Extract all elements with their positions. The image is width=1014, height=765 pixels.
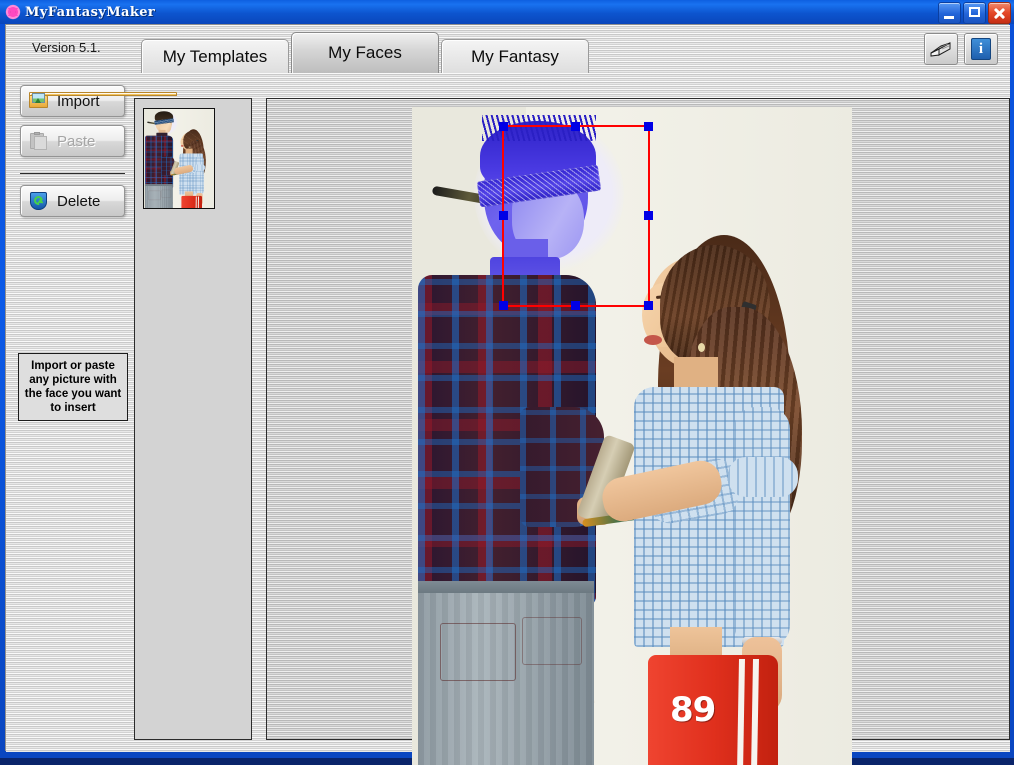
woman-arm	[734, 407, 790, 647]
client-area: Version 5.1. My Templates My Faces My Fa…	[5, 24, 1010, 765]
tab-my-templates-label: My Templates	[162, 46, 268, 66]
window-title: MyFantasyMaker	[25, 4, 156, 20]
book-icon	[930, 42, 951, 57]
info-icon: i	[971, 38, 991, 60]
selection-handle-top-center[interactable]	[571, 122, 580, 131]
tab-my-templates[interactable]: My Templates	[141, 39, 289, 73]
version-label: Version 5.1.	[32, 40, 101, 55]
tab-my-faces[interactable]: My Faces	[291, 32, 439, 73]
header-bar: Version 5.1. My Templates My Faces My Fa…	[6, 25, 1010, 73]
hint-box: Import or paste any picture with the fac…	[18, 353, 128, 421]
clipboard-icon	[29, 132, 49, 150]
close-icon[interactable]	[988, 2, 1011, 24]
delete-button[interactable]: Delete	[20, 185, 125, 217]
import-button[interactable]: Import	[20, 85, 177, 117]
info-button[interactable]: i	[964, 33, 998, 65]
delete-button-label: Delete	[57, 192, 101, 210]
selection-handle-top-right[interactable]	[644, 122, 653, 131]
content-area: Import Paste Delete Import or paste any …	[6, 73, 1010, 765]
preview-area: 89	[252, 73, 1010, 765]
sidebar: Import Paste Delete Import or paste any …	[6, 73, 177, 752]
help-book-button[interactable]	[924, 33, 958, 65]
selection-handle-bottom-right[interactable]	[644, 301, 653, 310]
pants-number: 89	[670, 690, 716, 730]
window-controls	[938, 2, 1011, 24]
paste-button-label: Paste	[57, 132, 96, 150]
tab-my-fantasy-label: My Fantasy	[471, 46, 559, 66]
preview-photo[interactable]: 89	[412, 107, 852, 765]
preview-canvas[interactable]: 89	[266, 98, 1010, 765]
tab-my-faces-label: My Faces	[328, 43, 402, 62]
maximize-icon[interactable]	[963, 2, 986, 24]
face-selection-box[interactable]	[499, 122, 653, 310]
thumbnail-artwork	[144, 109, 214, 208]
application-window: MyFantasyMaker Version 5.1. My Templates…	[0, 0, 1014, 765]
paste-button[interactable]: Paste	[20, 125, 125, 157]
hint-text: Import or paste any picture with the fac…	[24, 360, 122, 414]
selection-handle-middle-left[interactable]	[499, 211, 508, 220]
folder-image-icon	[29, 92, 177, 110]
tab-bar: My Templates My Faces My Fantasy	[141, 32, 591, 73]
recycle-shield-icon	[29, 192, 49, 210]
selection-handle-bottom-left[interactable]	[499, 301, 508, 310]
selection-handle-middle-right[interactable]	[644, 211, 653, 220]
minimize-icon[interactable]	[938, 2, 961, 24]
header-tool-buttons: i	[924, 33, 998, 65]
title-bar[interactable]: MyFantasyMaker	[0, 0, 1014, 24]
thumbnail-panel[interactable]	[134, 98, 252, 740]
selection-handle-bottom-center[interactable]	[571, 301, 580, 310]
starburst-icon	[5, 4, 21, 20]
sidebar-divider	[20, 173, 125, 174]
tab-my-fantasy[interactable]: My Fantasy	[441, 39, 589, 73]
face-thumbnail-1[interactable]	[143, 108, 215, 209]
window-frame: MyFantasyMaker Version 5.1. My Templates…	[0, 0, 1014, 765]
selection-handle-top-left[interactable]	[499, 122, 508, 131]
